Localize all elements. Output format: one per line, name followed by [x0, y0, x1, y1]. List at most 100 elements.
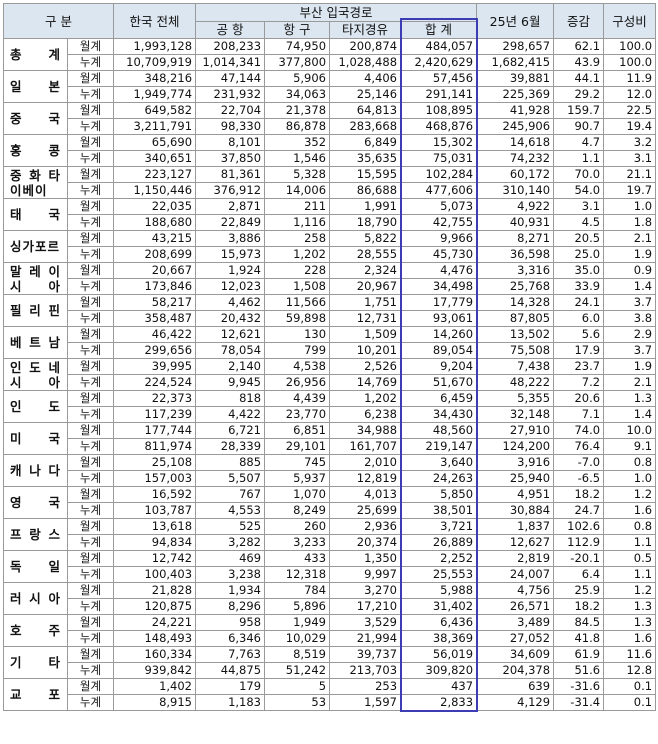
korea-total-cell: 223,127: [113, 166, 197, 183]
row-type-label: 월계: [66, 390, 115, 407]
seaport-cell: 1,949: [264, 614, 331, 631]
country-label: 인 도: [3, 390, 68, 423]
korea-total-cell: 117,239: [113, 406, 197, 423]
prev-year-cell: 25,940: [476, 470, 555, 487]
airport-cell: 78,054: [195, 342, 266, 359]
row-type-label: 누계: [66, 406, 115, 423]
seaport-cell: 1,202: [264, 246, 331, 263]
via-other-cell: 2,010: [329, 454, 402, 471]
sum-cell: 2,252: [400, 550, 478, 567]
table-row: 누계 1,150,446 376,912 14,006 86,688 477,606 310…: [4, 182, 657, 199]
sum-cell: 291,141: [400, 86, 478, 103]
country-label: 중 국: [3, 102, 68, 135]
row-type-label: 누계: [66, 566, 115, 583]
share-cell: 1.2: [603, 582, 657, 599]
via-other-cell: 9,997: [329, 566, 402, 583]
seaport-cell: 74,950: [264, 38, 331, 55]
row-type-label: 누계: [66, 214, 115, 231]
table-row: 누계 1,949,774 231,932 34,063 25,146 291,141 225…: [4, 86, 657, 103]
header-prev-year: 25년 6월: [476, 3, 555, 39]
table-row: 누계 120,875 8,296 5,896 17,210 31,402 26,571 18.…: [4, 598, 657, 615]
row-type-label: 월계: [66, 614, 115, 631]
country-label: 일 본: [3, 70, 68, 103]
prev-year-cell: 27,052: [476, 630, 555, 647]
country-label: 교 포: [3, 678, 68, 711]
seaport-cell: 5,906: [264, 70, 331, 87]
change-cell: 23.7: [553, 358, 605, 375]
sum-cell: 17,779: [400, 294, 478, 311]
seaport-cell: 3,233: [264, 534, 331, 551]
table-row: 누계 224,524 9,945 26,956 14,769 51,670 48,222 7.…: [4, 374, 657, 391]
via-other-cell: 1,751: [329, 294, 402, 311]
sum-cell: 6,436: [400, 614, 478, 631]
change-cell: 4.7: [553, 134, 605, 151]
seaport-cell: 260: [264, 518, 331, 535]
change-cell: -6.5: [553, 470, 605, 487]
prev-year-cell: 27,910: [476, 422, 555, 439]
share-cell: 0.1: [603, 694, 657, 711]
header-seaport: 항 구: [264, 21, 331, 39]
table-row: 누계 157,003 5,507 5,937 12,819 24,263 25,940 -6.…: [4, 470, 657, 487]
via-other-cell: 5,822: [329, 230, 402, 247]
prev-year-cell: 2,819: [476, 550, 555, 567]
change-cell: 61.9: [553, 646, 605, 663]
airport-cell: 15,973: [195, 246, 266, 263]
change-cell: 44.1: [553, 70, 605, 87]
share-cell: 100.0: [603, 54, 657, 71]
row-type-label: 누계: [66, 182, 115, 199]
prev-year-cell: 310,140: [476, 182, 555, 199]
seaport-cell: 53: [264, 694, 331, 711]
table-row: 누계 340,651 37,850 1,546 35,635 75,031 74,232 1.…: [4, 150, 657, 167]
airport-cell: 4,462: [195, 294, 266, 311]
sum-cell: 2,420,629: [400, 54, 478, 71]
korea-total-cell: 103,787: [113, 502, 197, 519]
prev-year-cell: 225,369: [476, 86, 555, 103]
row-type-label: 누계: [66, 118, 115, 135]
share-cell: 1.6: [603, 502, 657, 519]
country-label: 독 일: [3, 550, 68, 583]
korea-total-cell: 22,035: [113, 198, 197, 215]
seaport-cell: 10,029: [264, 630, 331, 647]
korea-total-cell: 811,974: [113, 438, 197, 455]
prev-year-cell: 298,657: [476, 38, 555, 55]
change-cell: 4.5: [553, 214, 605, 231]
airport-cell: 2,871: [195, 198, 266, 215]
seaport-cell: 6,851: [264, 422, 331, 439]
share-cell: 1.4: [603, 278, 657, 295]
table-row: 누계 10,709,919 1,014,341 377,800 1,028,488 2,4…: [4, 54, 657, 71]
prev-year-cell: 41,928: [476, 102, 555, 119]
country-label: 베 트 남: [3, 326, 68, 359]
sum-cell: 3,721: [400, 518, 478, 535]
country-label: 인 도 네 시 아: [3, 358, 68, 391]
change-cell: 18.2: [553, 486, 605, 503]
sum-cell: 42,755: [400, 214, 478, 231]
share-cell: 11.6: [603, 646, 657, 663]
seaport-cell: 745: [264, 454, 331, 471]
sum-cell: 34,430: [400, 406, 478, 423]
prev-year-cell: 245,906: [476, 118, 555, 135]
prev-year-cell: 7,438: [476, 358, 555, 375]
prev-year-cell: 87,805: [476, 310, 555, 327]
sum-cell: 93,061: [400, 310, 478, 327]
airport-cell: 8,296: [195, 598, 266, 615]
row-type-label: 월계: [66, 454, 115, 471]
airport-cell: 1,014,341: [195, 54, 266, 71]
sum-cell: 477,606: [400, 182, 478, 199]
prev-year-cell: 4,756: [476, 582, 555, 599]
seaport-cell: 86,878: [264, 118, 331, 135]
change-cell: 74.0: [553, 422, 605, 439]
korea-total-cell: 22,373: [113, 390, 197, 407]
table-row: 누계 100,403 3,238 12,318 9,997 25,553 24,007 6.4…: [4, 566, 657, 583]
table-row: 누계 939,842 44,875 51,242 213,703 309,820 204,3…: [4, 662, 657, 679]
sum-cell: 484,057: [400, 38, 478, 55]
row-type-label: 월계: [66, 550, 115, 567]
seaport-cell: 1,116: [264, 214, 331, 231]
row-type-label: 월계: [66, 198, 115, 215]
korea-total-cell: 58,217: [113, 294, 197, 311]
prev-year-cell: 4,951: [476, 486, 555, 503]
korea-total-cell: 160,334: [113, 646, 197, 663]
korea-total-cell: 208,699: [113, 246, 197, 263]
row-type-label: 월계: [66, 518, 115, 535]
airport-cell: 231,932: [195, 86, 266, 103]
via-other-cell: 28,555: [329, 246, 402, 263]
